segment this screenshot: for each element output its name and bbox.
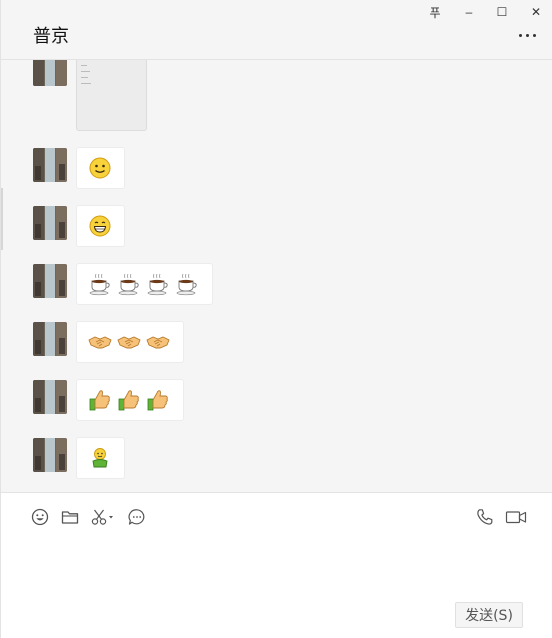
chat-header: 普京 푸 – ☐ ✕ xyxy=(1,0,552,60)
avatar[interactable] xyxy=(33,438,67,472)
minimize-button[interactable]: – xyxy=(458,3,480,21)
handshake-emoji xyxy=(146,330,170,354)
message-bubble[interactable] xyxy=(76,379,184,421)
chat-history-icon[interactable] xyxy=(127,507,147,527)
close-button[interactable]: ✕ xyxy=(525,3,547,21)
folder-icon[interactable] xyxy=(60,507,80,527)
scrollbar-thumb[interactable] xyxy=(1,188,3,250)
message-bubble[interactable] xyxy=(76,147,125,189)
video-icon[interactable] xyxy=(505,507,527,527)
maximize-button[interactable]: ☐ xyxy=(491,3,513,21)
file-preview-thumbnail[interactable] xyxy=(76,60,147,131)
little-person-emoji xyxy=(88,446,112,470)
phone-icon[interactable] xyxy=(475,507,495,527)
pin-button[interactable]: 푸 xyxy=(424,3,446,21)
message-bubble[interactable] xyxy=(76,321,184,363)
handshake-emoji xyxy=(88,330,112,354)
thumbs-up-emoji xyxy=(88,388,112,412)
more-options-icon[interactable] xyxy=(517,30,539,40)
message-bubble[interactable] xyxy=(76,437,125,479)
thumbs-up-emoji xyxy=(146,388,170,412)
message-list[interactable] xyxy=(1,60,552,492)
scissors-icon[interactable] xyxy=(90,507,116,527)
coffee-emoji xyxy=(146,272,170,296)
send-button[interactable]: 发送(S) xyxy=(455,602,523,628)
avatar[interactable] xyxy=(33,206,67,240)
avatar[interactable] xyxy=(33,322,67,356)
coffee-emoji xyxy=(88,272,112,296)
chat-window: 普京 푸 – ☐ ✕ 发送(S) xyxy=(0,0,552,638)
avatar[interactable] xyxy=(33,264,67,298)
composer[interactable]: 发送(S) xyxy=(1,492,552,638)
coffee-emoji xyxy=(117,272,141,296)
avatar[interactable] xyxy=(33,380,67,414)
emoji-icon[interactable] xyxy=(30,507,50,527)
avatar[interactable] xyxy=(33,60,67,86)
smile-emoji xyxy=(88,156,112,180)
thumbs-up-emoji xyxy=(117,388,141,412)
avatar[interactable] xyxy=(33,148,67,182)
message-bubble[interactable] xyxy=(76,205,125,247)
coffee-emoji xyxy=(175,272,199,296)
message-bubble[interactable] xyxy=(76,263,213,305)
grin-emoji xyxy=(88,214,112,238)
chat-title: 普京 xyxy=(33,26,69,47)
handshake-emoji xyxy=(117,330,141,354)
